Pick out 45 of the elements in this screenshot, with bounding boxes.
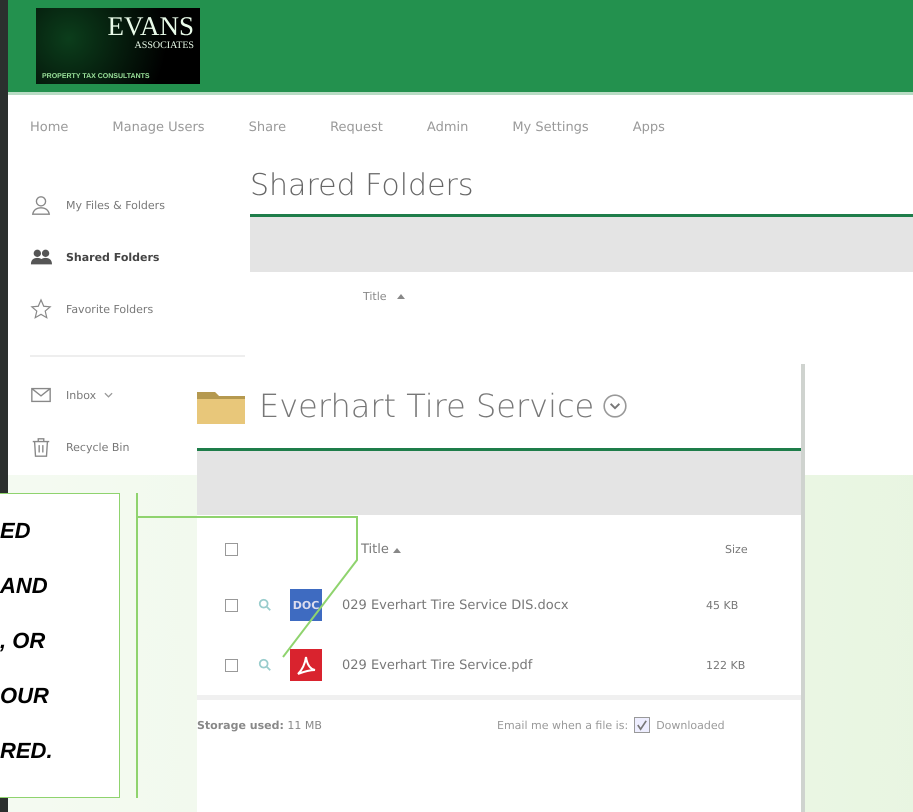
- file-name[interactable]: 029 Everhart Tire Service.pdf: [342, 658, 706, 672]
- row-checkbox[interactable]: [225, 658, 238, 672]
- logo-name: EVANS: [107, 12, 194, 40]
- logo-subtitle: ASSOCIATES: [134, 40, 194, 51]
- search-icon[interactable]: [258, 658, 272, 672]
- star-icon: [30, 298, 52, 320]
- sidebar-item[interactable]: Recycle Bin: [8, 421, 130, 473]
- sidebar-item[interactable]: Favorite Folders: [8, 283, 154, 335]
- nav-link[interactable]: Request: [330, 120, 383, 135]
- file-size: 45 KB: [706, 598, 738, 612]
- callout-text: RED.: [0, 737, 54, 765]
- sort-up-icon[interactable]: [396, 294, 405, 299]
- nav-link[interactable]: My Settings: [512, 120, 589, 135]
- trash-icon: [30, 436, 52, 458]
- file-size: 122 KB: [706, 658, 746, 672]
- nav-link[interactable]: Home: [30, 120, 68, 135]
- checkbox-label: Downloaded: [656, 718, 725, 732]
- row-checkbox[interactable]: [225, 598, 238, 612]
- sidebar-item[interactable]: Shared Folders: [8, 231, 160, 283]
- sort-up-icon[interactable]: [393, 548, 401, 552]
- nav-link[interactable]: Apps: [632, 120, 665, 135]
- callout-text: OUR: [0, 682, 50, 710]
- email-label: Email me when a file is:: [497, 718, 628, 732]
- nav-link[interactable]: Manage Users: [112, 120, 205, 135]
- column-header[interactable]: Size: [725, 542, 748, 556]
- downloaded-checkbox[interactable]: [634, 717, 650, 733]
- pdf-file-icon: [290, 649, 322, 681]
- folder-title: Everhart Tire Service: [259, 387, 594, 425]
- search-icon[interactable]: [258, 598, 272, 612]
- page-title: Shared Folders: [250, 167, 474, 205]
- storage-used: Storage used: 11 MB: [197, 718, 323, 732]
- document-file-icon: DOC: [290, 589, 322, 621]
- select-all-checkbox[interactable]: [225, 542, 238, 556]
- column-header[interactable]: Title: [361, 542, 725, 556]
- person-icon: [30, 194, 52, 216]
- file-name[interactable]: 029 Everhart Tire Service DIS.docx: [342, 598, 706, 612]
- nav-link[interactable]: Admin: [426, 120, 468, 135]
- sidebar-item[interactable]: Inbox: [8, 369, 114, 421]
- sidebar-item[interactable]: My Files & Folders: [8, 179, 165, 231]
- nav-link[interactable]: Share: [248, 120, 286, 135]
- chevron-down-icon[interactable]: [104, 392, 114, 398]
- callout-text: ED: [0, 517, 32, 545]
- column-header[interactable]: Title: [363, 290, 387, 303]
- callout-text: , OR: [0, 627, 46, 655]
- dropdown-icon[interactable]: [602, 393, 628, 419]
